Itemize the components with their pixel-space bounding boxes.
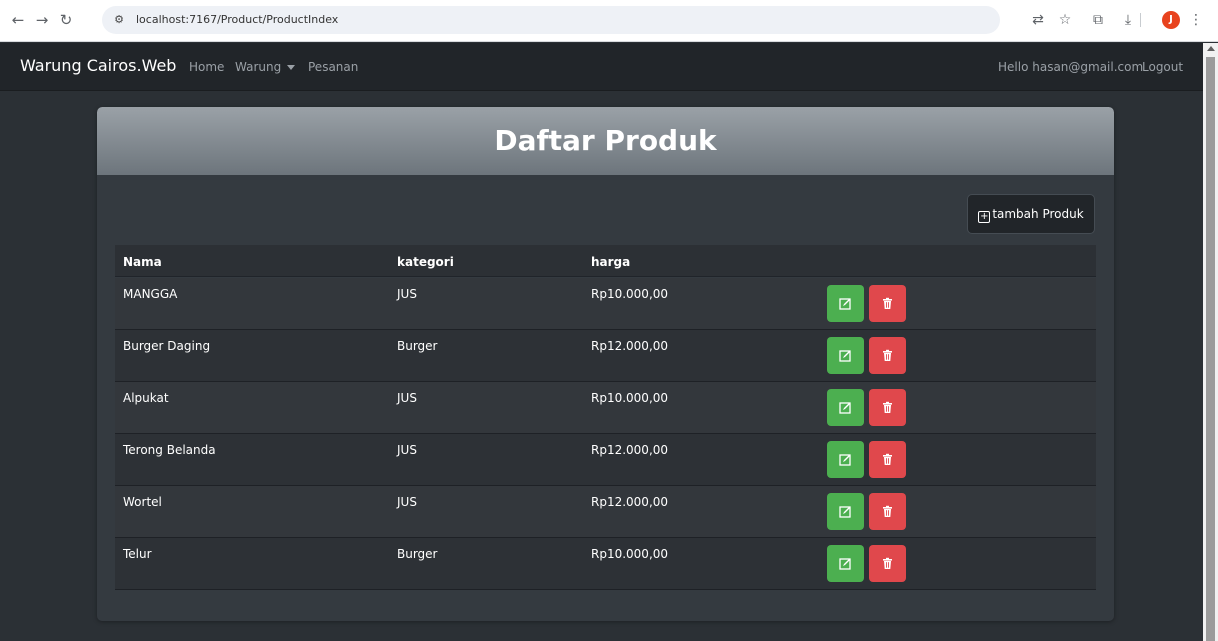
product-card: Daftar Produk + tambah Produk Nama katego… xyxy=(97,107,1114,621)
page-title: Daftar Produk xyxy=(494,124,717,157)
table-header: Nama kategori harga xyxy=(115,245,1096,277)
cell-nama: Alpukat xyxy=(123,391,169,405)
cell-nama: Terong Belanda xyxy=(123,443,216,457)
cell-harga: Rp10.000,00 xyxy=(591,391,669,405)
cell-harga: Rp10.000,00 xyxy=(591,287,669,301)
cell-kategori: JUS xyxy=(397,287,417,301)
table-row: Telur Burger Rp10.000,00 xyxy=(115,538,1096,590)
nav-pesanan[interactable]: Pesanan xyxy=(308,59,358,75)
back-icon[interactable]: ← xyxy=(8,10,28,30)
edit-icon xyxy=(839,350,851,362)
download-icon[interactable]: ⤓ xyxy=(1118,10,1138,30)
edit-button[interactable] xyxy=(827,285,864,322)
delete-button[interactable] xyxy=(869,285,906,322)
forward-icon[interactable]: → xyxy=(32,10,52,30)
app-navbar: Warung Cairos.Web Home Warung Pesanan He… xyxy=(0,43,1203,91)
cell-harga: Rp10.000,00 xyxy=(591,547,669,561)
delete-button[interactable] xyxy=(869,441,906,478)
edit-icon xyxy=(839,402,851,414)
edit-icon xyxy=(839,506,851,518)
cell-harga: Rp12.000,00 xyxy=(591,339,669,353)
site-info-icon[interactable]: ⚙ xyxy=(112,12,126,28)
address-url[interactable]: localhost:7167/Product/ProductIndex xyxy=(136,12,338,28)
cell-nama: MANGGA xyxy=(123,287,178,301)
user-greeting[interactable]: Hello hasan@gmail.com xyxy=(998,59,1143,75)
header-kategori: kategori xyxy=(397,255,454,269)
add-product-button[interactable]: + tambah Produk xyxy=(967,194,1095,234)
edit-icon xyxy=(839,454,851,466)
trash-icon xyxy=(883,453,892,465)
cell-harga: Rp12.000,00 xyxy=(591,495,669,509)
cell-nama: Wortel xyxy=(123,495,162,509)
table-row: Terong Belanda JUS Rp12.000,00 xyxy=(115,434,1096,486)
trash-icon xyxy=(883,297,892,309)
scroll-thumb[interactable] xyxy=(1206,57,1215,641)
scroll-up-icon[interactable] xyxy=(1207,46,1215,51)
logout-link[interactable]: Logout xyxy=(1142,59,1183,75)
edit-button[interactable] xyxy=(827,337,864,374)
cell-kategori: Burger xyxy=(397,339,438,353)
table-row: MANGGA JUS Rp10.000,00 xyxy=(115,278,1096,330)
cell-nama: Telur xyxy=(123,547,152,561)
table-row: Burger Daging Burger Rp12.000,00 xyxy=(115,330,1096,382)
table-row: Alpukat JUS Rp10.000,00 xyxy=(115,382,1096,434)
menu-icon[interactable]: ⋮ xyxy=(1186,10,1206,30)
caret-down-icon xyxy=(287,65,296,70)
plus-square-icon: + xyxy=(978,211,991,223)
address-bar[interactable]: ⚙ localhost:7167/Product/ProductIndex xyxy=(102,6,1000,34)
trash-icon xyxy=(883,401,892,413)
trash-icon xyxy=(883,505,892,517)
cell-harga: Rp12.000,00 xyxy=(591,443,669,457)
profile-avatar[interactable]: J xyxy=(1162,11,1180,29)
cell-nama: Burger Daging xyxy=(123,339,211,353)
cell-kategori: JUS xyxy=(397,391,417,405)
delete-button[interactable] xyxy=(869,337,906,374)
delete-button[interactable] xyxy=(869,493,906,530)
page-scrollbar[interactable] xyxy=(1203,43,1218,641)
edit-button[interactable] xyxy=(827,441,864,478)
edit-button[interactable] xyxy=(827,389,864,426)
brand-link[interactable]: Warung Cairos.Web xyxy=(20,56,176,76)
reload-icon[interactable]: ↻ xyxy=(56,10,76,30)
delete-button[interactable] xyxy=(869,389,906,426)
add-product-label: tambah Produk xyxy=(992,207,1084,221)
nav-warung-dropdown[interactable]: Warung xyxy=(235,59,296,75)
nav-warung-label: Warung xyxy=(235,60,282,74)
trash-icon xyxy=(883,557,892,569)
cell-kategori: JUS xyxy=(397,443,417,457)
header-harga: harga xyxy=(591,255,631,269)
browser-toolbar: ← → ↻ ⚙ localhost:7167/Product/ProductIn… xyxy=(0,0,1218,42)
table-row: Wortel JUS Rp12.000,00 xyxy=(115,486,1096,538)
header-nama: Nama xyxy=(123,255,162,269)
edit-button[interactable] xyxy=(827,545,864,582)
nav-home[interactable]: Home xyxy=(189,59,224,75)
toolbar-divider xyxy=(1140,13,1141,27)
delete-button[interactable] xyxy=(869,545,906,582)
trash-icon xyxy=(883,349,892,361)
edit-button[interactable] xyxy=(827,493,864,530)
edit-icon xyxy=(839,298,851,310)
card-header: Daftar Produk xyxy=(97,107,1114,175)
cell-kategori: Burger xyxy=(397,547,438,561)
translate-icon[interactable]: ⇄ xyxy=(1028,10,1048,30)
extensions-icon[interactable]: ⧉ xyxy=(1088,10,1108,30)
star-icon[interactable]: ☆ xyxy=(1055,10,1075,30)
edit-icon xyxy=(839,558,851,570)
cell-kategori: JUS xyxy=(397,495,417,509)
